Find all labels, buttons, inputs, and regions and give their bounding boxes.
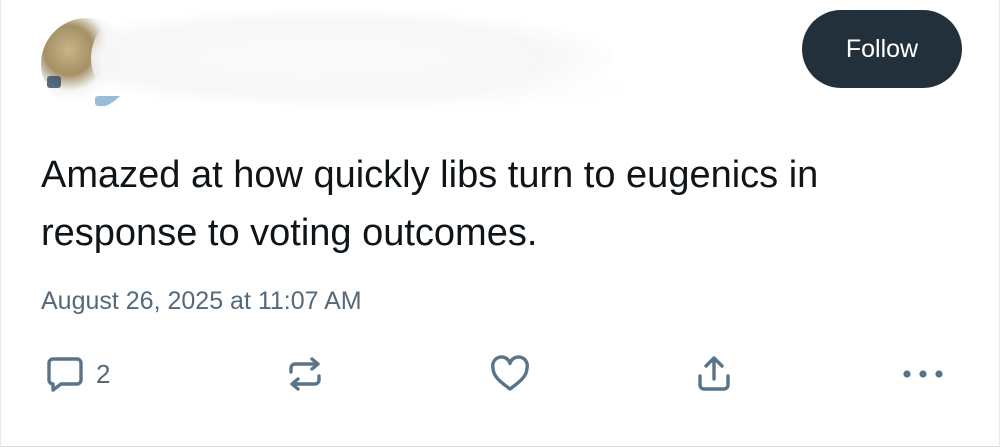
author-header[interactable]	[35, 6, 625, 110]
repost-arrows-icon	[283, 352, 327, 396]
heart-icon	[488, 352, 532, 396]
action-bar: 2	[1, 340, 1000, 410]
repost-button[interactable]	[283, 352, 327, 396]
post-card: Follow Amazed at how quickly libs turn t…	[0, 0, 1000, 447]
more-options-button[interactable]	[898, 352, 948, 396]
author-handle-redacted	[245, 66, 625, 110]
speech-bubble-icon	[44, 353, 86, 395]
share-upload-icon	[692, 352, 736, 396]
post-timestamp[interactable]: August 26, 2025 at 11:07 AM	[41, 284, 362, 318]
reply-count: 2	[96, 359, 111, 389]
post-text: Amazed at how quickly libs turn to eugen…	[41, 154, 819, 254]
avatar-detail	[47, 76, 61, 88]
ellipsis-icon	[898, 352, 948, 396]
reply-button[interactable]: 2	[44, 352, 110, 396]
follow-button[interactable]: Follow	[802, 10, 962, 88]
share-button[interactable]	[692, 352, 736, 396]
like-button[interactable]	[488, 352, 532, 396]
